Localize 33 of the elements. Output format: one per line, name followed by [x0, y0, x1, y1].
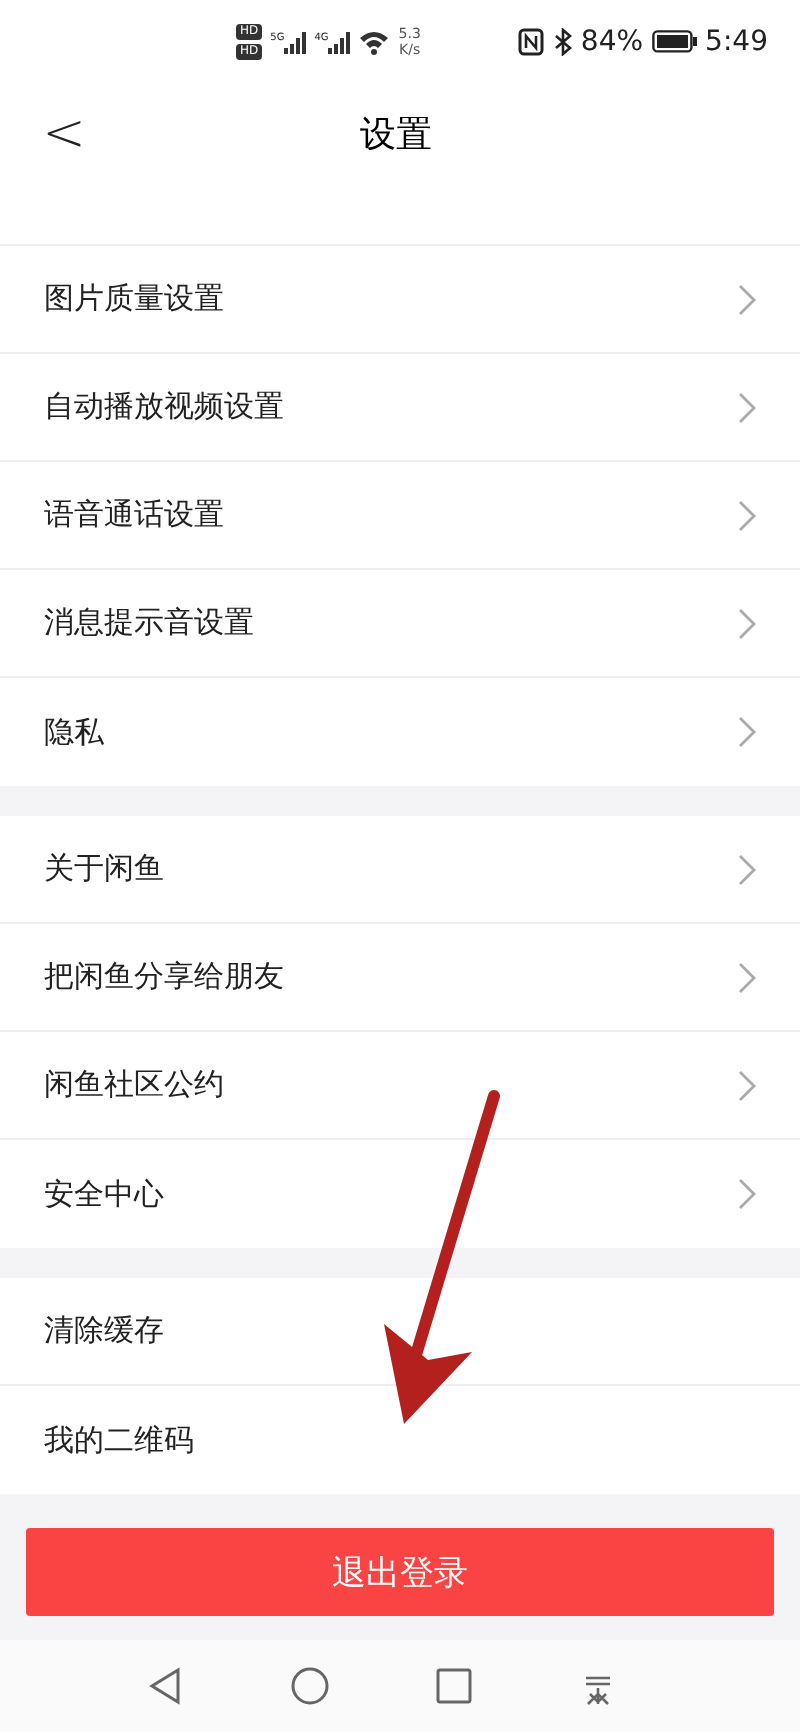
- recents-nav-icon[interactable]: [434, 1666, 474, 1706]
- settings-row[interactable]: 图片质量设置: [0, 246, 800, 354]
- settings-row[interactable]: 关于闲鱼: [0, 816, 800, 924]
- settings-row[interactable]: 消息提示音设置: [0, 570, 800, 678]
- chevron-icon: [738, 283, 756, 315]
- nfc-icon: [518, 28, 545, 56]
- chevron-icon: [738, 1178, 756, 1210]
- bluetooth-icon: [552, 28, 573, 56]
- wifi-icon: [358, 28, 391, 56]
- page-title: 设置: [360, 112, 432, 158]
- logout-button[interactable]: 退出登录: [26, 1528, 774, 1616]
- settings-row[interactable]: 我的二维码: [0, 1386, 800, 1494]
- chevron-icon: [738, 1069, 756, 1101]
- settings-row[interactable]: 闲鱼社区公约: [0, 1032, 800, 1140]
- settings-row[interactable]: 隐私: [0, 678, 800, 786]
- settings-row[interactable]: 安全中心: [0, 1140, 800, 1248]
- chevron-icon: [738, 853, 756, 885]
- settings-row[interactable]: 把闲鱼分享给朋友: [0, 924, 800, 1032]
- back-button[interactable]: <: [28, 104, 100, 164]
- battery-percent: 84%: [580, 26, 644, 58]
- chevron-icon: [738, 607, 756, 639]
- signal-icon: [284, 31, 307, 53]
- back-nav-icon[interactable]: [146, 1666, 186, 1706]
- chevron-icon: [738, 499, 756, 531]
- chevron-icon: [738, 961, 756, 993]
- settings-row[interactable]: 自动播放视频设置: [0, 354, 800, 462]
- battery-icon: [651, 30, 698, 54]
- settings-row[interactable]: 语音通话设置: [0, 462, 800, 570]
- clock-time: 5:49: [705, 26, 768, 58]
- chevron-icon: [738, 716, 756, 748]
- home-nav-icon[interactable]: [290, 1666, 330, 1706]
- signal-icon: [328, 31, 351, 53]
- chevron-icon: [738, 391, 756, 423]
